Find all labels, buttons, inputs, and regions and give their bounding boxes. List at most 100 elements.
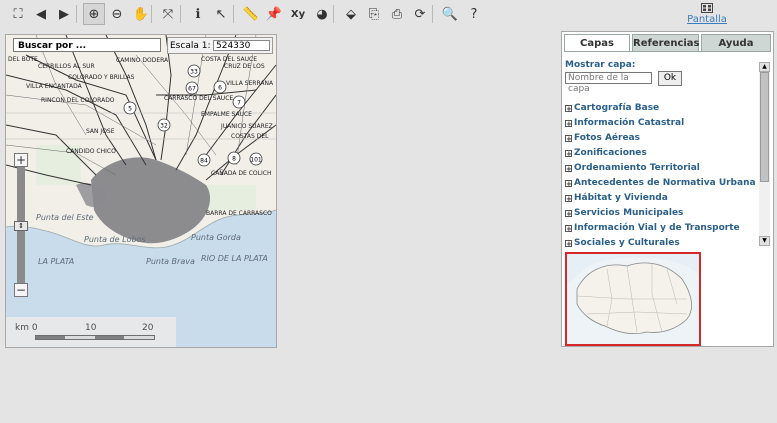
expand-plus-icon[interactable]: + [565, 210, 572, 218]
layer-item[interactable]: + Servicios Municipales [565, 206, 755, 221]
scale-tick-10: 10 [85, 323, 97, 333]
pan-hand-icon[interactable]: ✋ [130, 3, 152, 25]
expand-plus-icon[interactable]: + [565, 240, 572, 248]
layer-item-label: Ordenamiento Territorial [574, 163, 700, 173]
toolbar-separator [333, 5, 334, 23]
scale-bar: km 0 10 20 [6, 317, 176, 347]
map-place-label: CRUZ DE LOS [224, 63, 265, 70]
map-place-label: CARRASCO DEL SAUCE [164, 95, 233, 102]
layer-item[interactable]: + Fotos Aéreas [565, 131, 755, 146]
layers-panel: Capas Referencias Ayuda Mostrar capa: No… [561, 31, 774, 347]
zoom-plus-button[interactable]: + [14, 153, 28, 167]
print-icon[interactable]: ⎙ [386, 3, 408, 25]
expand-plus-icon[interactable]: + [565, 195, 572, 203]
fill-bucket-icon[interactable]: ⬙ [340, 3, 362, 25]
overview-map[interactable] [565, 252, 701, 346]
expand-plus-icon[interactable]: + [565, 150, 572, 158]
fullscreen-label: Pantalla [687, 14, 727, 25]
forward-arrow-icon[interactable]: ▶ [53, 3, 75, 25]
layer-item-label: Cartografía Base [574, 103, 660, 113]
map-place-label: VILLA SERRANA [226, 80, 274, 87]
zoom-out-icon[interactable]: ⊖ [106, 3, 128, 25]
back-arrow-icon[interactable]: ◀ [30, 3, 52, 25]
toolbar-separator [76, 5, 77, 23]
pushpin-icon[interactable]: 📌 [263, 3, 285, 25]
layer-item[interactable]: + Hábitat y Vivienda [565, 191, 755, 206]
scale-bar-graphic [35, 335, 155, 340]
export-icon[interactable]: ⎘ [363, 3, 385, 25]
map-water-label: RIO DE LA PLATA [201, 254, 268, 263]
route-shield-icon: 33 [187, 64, 201, 78]
search-globe-icon[interactable]: 🔍 [439, 3, 461, 25]
layer-item[interactable]: + Sociales y Culturales [565, 236, 755, 251]
scale-unit: km 0 [15, 323, 38, 333]
expand-plus-icon[interactable]: + [565, 135, 572, 143]
scroll-thumb[interactable] [760, 72, 769, 182]
ok-button[interactable]: Ok [658, 71, 682, 86]
layer-item-label: Hábitat y Vivienda [574, 193, 668, 203]
scale-label: Escala 1: [170, 41, 211, 51]
globe-icon[interactable]: ◕ [311, 3, 333, 25]
overview-map-canvas[interactable] [567, 254, 699, 344]
zoom-slider[interactable]: + ⇕ − [14, 153, 28, 297]
tab-divider [564, 51, 771, 52]
panel-tabs: Capas Referencias Ayuda [564, 34, 771, 52]
layer-item[interactable]: + Cartografía Base [565, 101, 755, 116]
search-by-box[interactable]: Buscar por ... [13, 38, 161, 52]
zoom-minus-button[interactable]: − [14, 283, 28, 297]
scroll-down-icon[interactable]: ▼ [759, 236, 770, 246]
route-number: 8 [232, 156, 236, 163]
layer-item[interactable]: + Información Catastral [565, 116, 755, 131]
toolbar: ⛶ ◀ ▶ ⊕ ⊖ ✋ ⤧ ℹ ↖ 📏 📌 Xy ◕ ⬙ ⎘ ⎙ ⟳ 🔍? Pantalla [0, 0, 777, 28]
coordinates-icon[interactable]: Xy [287, 3, 309, 25]
layer-item[interactable]: + Información Vial y de Transporte [565, 221, 755, 236]
tab-ayuda[interactable]: Ayuda [701, 34, 771, 52]
map-place-label: DEL BOTE [8, 56, 38, 63]
toolbar-separator [180, 5, 181, 23]
show-layer-label: Mostrar capa: [565, 60, 636, 70]
layer-item[interactable]: + Zonificaciones [565, 146, 755, 161]
map-view[interactable]: DEL BOTE CERRILLOS AL SUR CAMINO DODERA COS… [5, 34, 277, 348]
layer-name-input[interactable]: Nombre de la capa [565, 72, 652, 94]
zoom-in-icon[interactable]: ⊕ [83, 3, 105, 25]
layer-item[interactable]: + Antecedentes de Normativa Urbana [565, 176, 756, 191]
zoom-window-icon[interactable]: ⤧ [157, 3, 179, 25]
route-number: 84 [200, 158, 208, 165]
route-number: 67 [188, 86, 196, 93]
map-place-label: CAMINO DODERA [116, 57, 169, 64]
expand-plus-icon[interactable]: + [565, 105, 572, 113]
scale-input[interactable]: 524330 [213, 40, 270, 51]
layer-list: + Cartografía Base + Información Catastral +… [565, 101, 756, 251]
refresh-icon[interactable]: ⟳ [409, 3, 431, 25]
map-water-label: Punta Gorda [191, 233, 241, 242]
help-icon[interactable]: ? [463, 3, 485, 25]
layer-item-label: Zonificaciones [574, 148, 647, 158]
route-shield-icon: 67 [185, 81, 199, 95]
tab-referencias[interactable]: Referencias [632, 34, 700, 52]
layer-item[interactable]: + Ordenamiento Territorial [565, 161, 755, 176]
map-canvas[interactable]: DEL BOTECERRILLOS AL SUR CAMINO DODERA COS… [6, 35, 276, 347]
toolbar-separator [233, 5, 234, 23]
measure-ruler-icon[interactable]: 📏 [240, 3, 262, 25]
route-number: 7 [237, 100, 241, 107]
zoom-handle[interactable]: ⇕ [14, 221, 28, 231]
layer-item-label: Información Catastral [574, 118, 685, 128]
expand-plus-icon[interactable]: + [565, 120, 572, 128]
map-place-label: COSTAS DEL [231, 133, 269, 140]
extent-icon[interactable]: ⛶ [7, 3, 29, 25]
map-place-label: COSTA DEL SAUCE [201, 56, 257, 63]
toolbar-separator [151, 5, 152, 23]
expand-plus-icon[interactable]: + [565, 165, 572, 173]
map-place-label: EMPALME SAUCE [201, 111, 252, 118]
tab-capas[interactable]: Capas [564, 34, 630, 52]
layer-scrollbar[interactable]: ▲ ▼ [759, 62, 770, 246]
route-shield-icon: 5 [123, 101, 137, 115]
map-place-label: RINCON DEL COLORADO [41, 97, 115, 104]
scale-tick-20: 20 [142, 323, 154, 333]
expand-plus-icon[interactable]: + [565, 180, 572, 188]
scroll-up-icon[interactable]: ▲ [759, 62, 770, 72]
fullscreen-link[interactable]: Pantalla [686, 3, 728, 25]
select-arrow-icon[interactable]: ↖ [210, 3, 232, 25]
info-icon[interactable]: ℹ [187, 3, 209, 25]
expand-plus-icon[interactable]: + [565, 225, 572, 233]
